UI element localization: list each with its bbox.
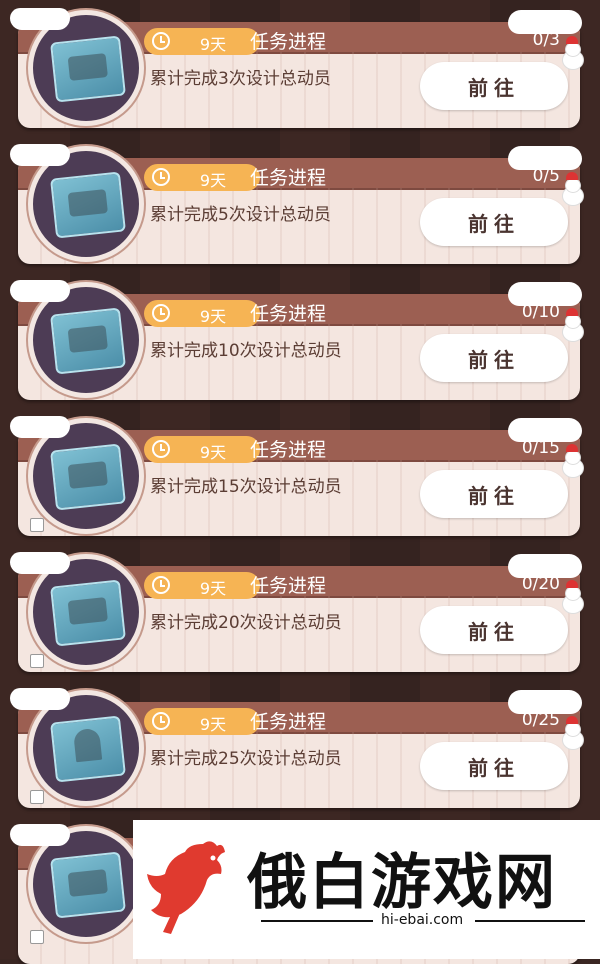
snow-decoration	[508, 690, 582, 714]
tree-icon	[50, 715, 126, 783]
snowman-icon	[560, 36, 584, 70]
task-card: 9天 任务进程 0/15 累计完成15次设计总动员 前往	[10, 416, 584, 536]
time-left-badge: 9天	[144, 164, 260, 191]
task-description: 累计完成15次设计总动员	[150, 477, 342, 497]
snow-decoration	[10, 552, 70, 574]
clock-icon	[152, 712, 170, 730]
select-checkbox[interactable]	[30, 654, 44, 668]
furniture-icon	[50, 579, 126, 647]
time-left-badge: 9天	[144, 28, 260, 55]
snow-decoration	[10, 824, 70, 846]
rooster-logo-icon	[147, 841, 225, 934]
snow-decoration	[10, 144, 70, 166]
task-progress-label: 任务进程	[250, 711, 327, 733]
task-card: 9天 任务进程 0/5 累计完成5次设计总动员 前往	[10, 144, 584, 264]
task-progress-label: 任务进程	[250, 303, 327, 325]
snowman-icon	[560, 444, 584, 478]
task-progress-label: 任务进程	[250, 167, 327, 189]
days-left: 9天	[199, 715, 227, 734]
snow-decoration	[508, 418, 582, 442]
task-description: 累计完成25次设计总动员	[150, 749, 342, 769]
furniture-icon	[50, 851, 126, 919]
watermark-site-name: 俄白游戏网	[247, 848, 557, 918]
task-progress-label: 任务进程	[250, 439, 327, 461]
furniture-icon	[50, 307, 126, 375]
clock-icon	[152, 440, 170, 458]
days-left: 9天	[199, 579, 227, 598]
snowman-icon	[560, 308, 584, 342]
select-checkbox[interactable]	[30, 518, 44, 532]
snow-decoration	[10, 688, 70, 710]
snowman-icon	[560, 172, 584, 206]
divider-line	[475, 920, 585, 922]
task-progress-label: 任务进程	[250, 31, 327, 53]
days-left: 9天	[199, 35, 227, 54]
days-left: 9天	[199, 443, 227, 462]
watermark-url: hi-ebai.com	[381, 912, 464, 928]
divider-line	[261, 920, 373, 922]
task-progress-label: 任务进程	[250, 575, 327, 597]
furniture-icon	[50, 171, 126, 239]
go-button[interactable]: 前往	[420, 742, 568, 790]
furniture-icon	[50, 35, 126, 103]
time-left-badge: 9天	[144, 708, 260, 735]
snowman-icon	[560, 716, 584, 750]
snow-decoration	[508, 10, 582, 34]
furniture-icon	[50, 443, 126, 511]
task-description: 累计完成3次设计总动员	[150, 69, 331, 89]
snow-decoration	[508, 282, 582, 306]
go-button[interactable]: 前往	[420, 62, 568, 110]
snowman-icon	[560, 580, 584, 614]
snow-decoration	[10, 416, 70, 438]
days-left: 9天	[199, 171, 227, 190]
select-checkbox[interactable]	[30, 930, 44, 944]
go-button[interactable]: 前往	[420, 334, 568, 382]
clock-icon	[152, 32, 170, 50]
task-card: 9天 任务进程 0/25 累计完成25次设计总动员 前往	[10, 688, 584, 808]
time-left-badge: 9天	[144, 300, 260, 327]
days-left: 9天	[199, 307, 227, 326]
time-left-badge: 9天	[144, 572, 260, 599]
go-button[interactable]: 前往	[420, 470, 568, 518]
clock-icon	[152, 576, 170, 594]
task-description: 累计完成10次设计总动员	[150, 341, 342, 361]
go-button[interactable]: 前往	[420, 606, 568, 654]
clock-icon	[152, 304, 170, 322]
select-checkbox[interactable]	[30, 790, 44, 804]
task-description: 累计完成20次设计总动员	[150, 613, 342, 633]
clock-icon	[152, 168, 170, 186]
task-card: 9天 任务进程 0/20 累计完成20次设计总动员 前往	[10, 552, 584, 672]
time-left-badge: 9天	[144, 436, 260, 463]
snow-decoration	[508, 554, 582, 578]
go-button[interactable]: 前往	[420, 198, 568, 246]
task-card: 9天 任务进程 0/3 累计完成3次设计总动员 前往	[10, 8, 584, 128]
task-description: 累计完成5次设计总动员	[150, 205, 331, 225]
snow-decoration	[508, 146, 582, 170]
watermark-banner: 俄白游戏网 hi-ebai.com	[133, 820, 600, 959]
task-card: 9天 任务进程 0/10 累计完成10次设计总动员 前往	[10, 280, 584, 400]
snow-decoration	[10, 8, 70, 30]
snow-decoration	[10, 280, 70, 302]
